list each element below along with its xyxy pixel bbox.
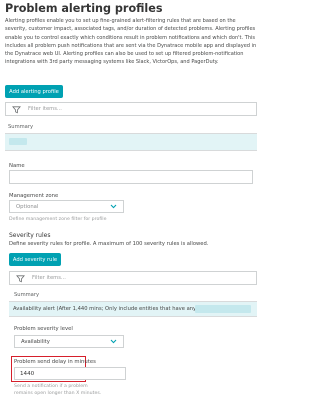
profiles-filter-input[interactable]: Filter items... xyxy=(5,102,257,116)
send-delay-hint: Send a notification if a problem remains… xyxy=(14,384,102,396)
severity-rule-summary: Availability alert (After 1,440 mins; On… xyxy=(13,306,203,312)
send-delay-value: 1440 xyxy=(20,370,35,377)
severity-rules-filter-input[interactable]: Filter items... xyxy=(9,271,257,285)
problem-severity-value: Availability xyxy=(21,338,50,345)
management-zone-hint: Define management zone filter for profil… xyxy=(9,217,107,222)
filter-icon xyxy=(16,274,25,282)
summary-column-header: Summary xyxy=(8,124,34,130)
chevron-down-icon xyxy=(110,339,117,344)
filter-placeholder: Filter items... xyxy=(32,275,66,281)
management-zone-select[interactable]: Optional xyxy=(9,200,124,213)
filter-placeholder: Filter items... xyxy=(28,106,62,112)
redacted-profile-name xyxy=(9,138,27,145)
management-zone-value: Optional xyxy=(16,203,39,210)
send-delay-input[interactable]: 1440 xyxy=(14,367,126,380)
problem-severity-label: Problem severity level xyxy=(14,326,73,332)
severity-rules-title: Severity rules xyxy=(9,232,51,239)
page-title: Problem alerting profiles xyxy=(5,2,163,15)
name-input[interactable] xyxy=(9,170,253,184)
divider xyxy=(5,150,257,151)
summary-column-header: Summary xyxy=(14,292,40,298)
problem-severity-select[interactable]: Availability xyxy=(14,335,124,348)
chevron-down-icon xyxy=(110,204,117,209)
add-alerting-profile-button[interactable]: Add alerting profile xyxy=(5,85,63,98)
severity-rule-row[interactable]: Availability alert (After 1,440 mins; On… xyxy=(9,302,257,316)
add-severity-rule-button[interactable]: Add severity rule xyxy=(9,253,61,266)
divider xyxy=(9,316,257,317)
redacted-tag xyxy=(195,305,251,313)
name-label: Name xyxy=(9,163,25,169)
page-description: Alerting profiles enable you to set up f… xyxy=(5,18,257,66)
filter-icon xyxy=(12,105,21,113)
severity-rules-description: Define severity rules for profile. A max… xyxy=(9,241,209,247)
send-delay-label: Problem send delay in minutes xyxy=(14,359,96,365)
management-zone-label: Management zone xyxy=(9,193,59,199)
profile-row[interactable] xyxy=(5,134,257,150)
